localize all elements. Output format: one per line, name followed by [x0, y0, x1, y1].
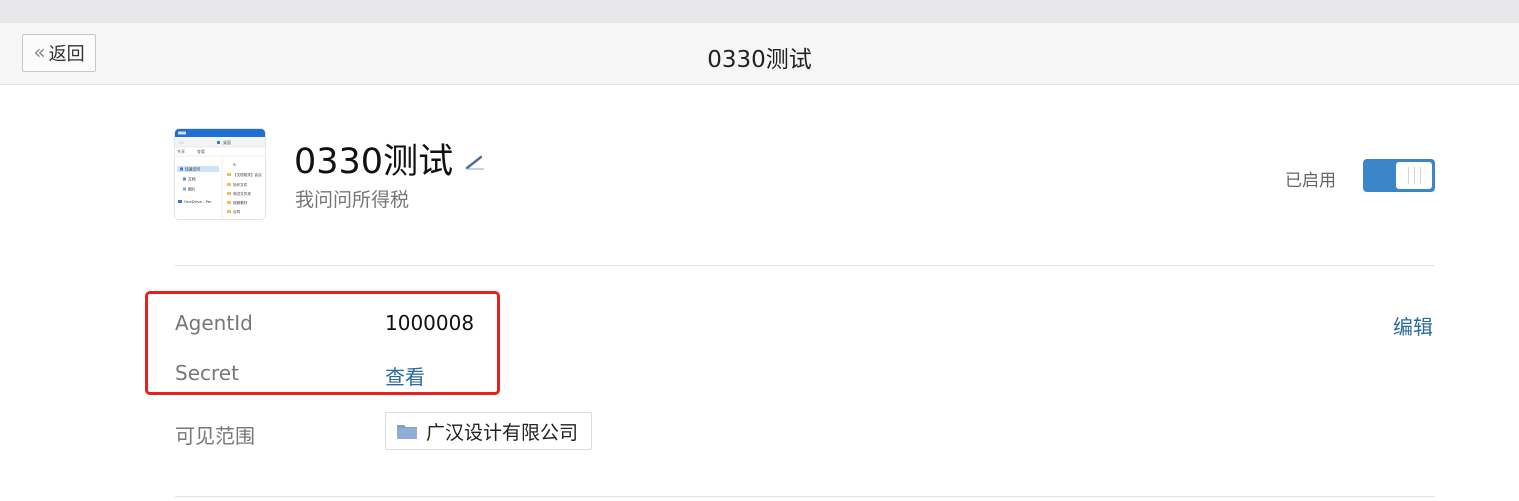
icon-preview-toolbar-2: 查看 — [197, 148, 205, 154]
icon-preview-file-4: 视频素材 — [233, 200, 248, 205]
svg-text:‹ ›: ‹ › — [179, 140, 184, 145]
icon-preview-file-3: 测试文件夹 — [233, 191, 251, 196]
app-name: 0330测试 — [294, 142, 454, 182]
app-icon-image: ‹ › 桌面 共享 查看 快速访问 文档 图片 OneDrive - Per ▲… — [175, 129, 265, 219]
secret-label: Secret — [175, 361, 239, 385]
icon-preview-sidebar-3: 图片 — [188, 187, 196, 192]
edit-name-pencil-icon[interactable] — [465, 154, 485, 170]
agentid-label: AgentId — [175, 311, 253, 335]
icon-preview-file-5: 合同 — [233, 209, 241, 214]
scope-department-name: 广汉设计有限公司 — [426, 421, 579, 444]
visible-scope-label: 可见范围 — [175, 424, 255, 448]
app-icon[interactable]: ‹ › 桌面 共享 查看 快速访问 文档 图片 OneDrive - Per ▲… — [175, 129, 265, 219]
icon-preview-file-1: 【文档相关】会议 — [233, 172, 262, 177]
status-label: 已启用 — [1285, 171, 1336, 191]
scope-department-chip[interactable]: 广汉设计有限公司 — [385, 412, 592, 450]
divider — [175, 265, 1435, 266]
app-name-row: 0330测试 — [294, 133, 485, 184]
enable-toggle[interactable] — [1363, 159, 1435, 192]
folder-icon — [397, 425, 417, 439]
view-secret-link[interactable]: 查看 — [385, 361, 425, 390]
top-nav-bar: « 返回 0330测试 — [0, 23, 1519, 85]
icon-preview-file-2: 协作文件 — [233, 182, 248, 187]
svg-text:▲: ▲ — [233, 162, 236, 166]
page-title: 0330测试 — [707, 47, 812, 73]
icon-preview-toolbar-1: 共享 — [177, 148, 185, 154]
agentid-value: 1000008 — [385, 311, 475, 335]
bottom-divider — [175, 496, 1435, 497]
edit-link[interactable]: 编辑 — [1393, 311, 1433, 340]
icon-preview-sidebar-2: 文档 — [188, 177, 196, 182]
toggle-knob — [1396, 162, 1432, 189]
icon-preview-sidebar-1: 快速访问 — [185, 167, 200, 172]
window-top-strip — [0, 0, 1519, 23]
app-description: 我问问所得税 — [295, 189, 410, 211]
icon-preview-sidebar-4: OneDrive - Per — [184, 199, 212, 204]
icon-preview-path: 桌面 — [223, 139, 231, 145]
